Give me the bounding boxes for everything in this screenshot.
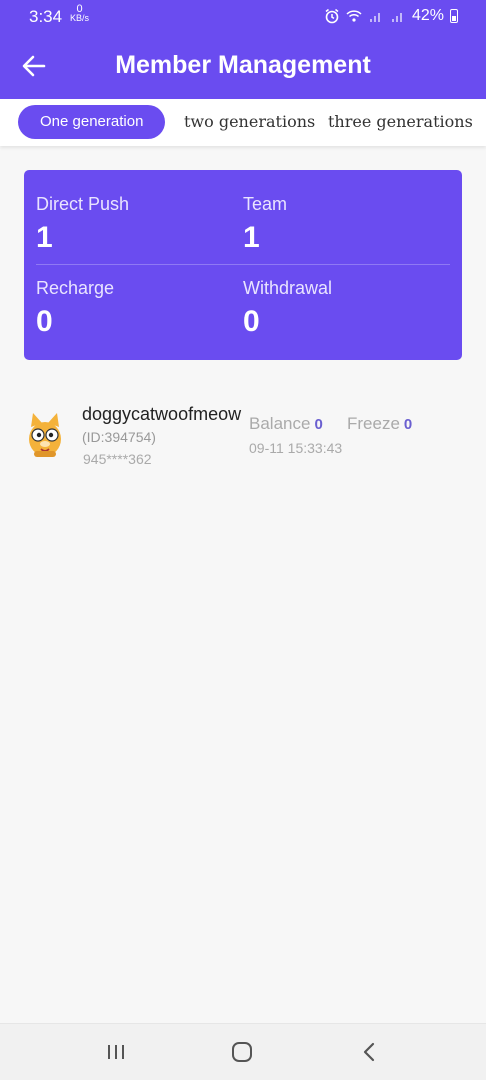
tab-one-generation[interactable]: One generation (18, 105, 166, 139)
stat-label: Direct Push (36, 194, 130, 214)
battery-icon (450, 9, 458, 23)
stat-direct-push: Direct Push 1 (36, 194, 129, 255)
member-id: (ID:394754) (82, 429, 156, 445)
member-list-item[interactable]: doggycatwoofmeow (ID:394754) 945****362 … (0, 395, 486, 485)
member-phone: 945****362 (83, 451, 152, 467)
recents-icon[interactable] (100, 1036, 132, 1068)
stat-value: 0 (243, 305, 260, 338)
generation-tabs: One generation two generations three gen… (0, 99, 486, 146)
stat-label: Recharge (36, 278, 115, 298)
wifi-icon (346, 10, 362, 22)
alarm-icon (325, 8, 339, 24)
status-bar: 3:34 0 KB/s 42% (0, 0, 486, 34)
freeze-value: 0 (403, 416, 413, 433)
page-title: Member Management (115, 51, 371, 79)
member-balance: Balance 0 (249, 414, 323, 434)
stat-team: Team 1 (243, 194, 287, 255)
back-icon[interactable] (354, 1036, 386, 1068)
stat-value: 1 (36, 221, 53, 254)
status-time: 3:34 (29, 7, 63, 26)
header-bar: 3:34 0 KB/s 42% Member Management (0, 0, 486, 99)
member-name-text: doggycatwoofmeow (82, 404, 242, 424)
balance-label: Balance (249, 414, 311, 433)
system-nav-bar (0, 1023, 486, 1080)
stat-value: 0 (36, 305, 53, 338)
freeze-label: Freeze (347, 414, 400, 433)
member-name: doggycatwoofmeow (ID:394754) (82, 403, 242, 448)
network-speed: 0 KB/s (70, 4, 90, 23)
battery-percentage: 42% (411, 7, 444, 24)
balance-value: 0 (314, 416, 323, 433)
tab-two-generations[interactable]: two generations (184, 105, 315, 139)
network-speed-unit: KB/s (70, 13, 90, 23)
tab-three-generations[interactable]: three generations (328, 105, 473, 139)
signal-2-icon (391, 13, 402, 22)
home-icon[interactable] (226, 1036, 258, 1068)
status-icons: 42% (324, 7, 458, 25)
stat-withdrawal: Withdrawal 0 (243, 278, 332, 339)
member-join-date: 09-11 15:33:43 (249, 440, 343, 456)
avatar (29, 413, 61, 457)
signal-icon (369, 13, 380, 22)
stat-recharge: Recharge 0 (36, 278, 114, 339)
stat-value: 1 (243, 221, 260, 254)
stat-label: Team (243, 194, 288, 214)
stat-label: Withdrawal (243, 278, 333, 298)
stats-divider (36, 264, 450, 265)
stats-card: Direct Push 1 Team 1 Recharge 0 Withdraw… (24, 170, 462, 360)
member-freeze: Freeze 0 (347, 414, 412, 434)
